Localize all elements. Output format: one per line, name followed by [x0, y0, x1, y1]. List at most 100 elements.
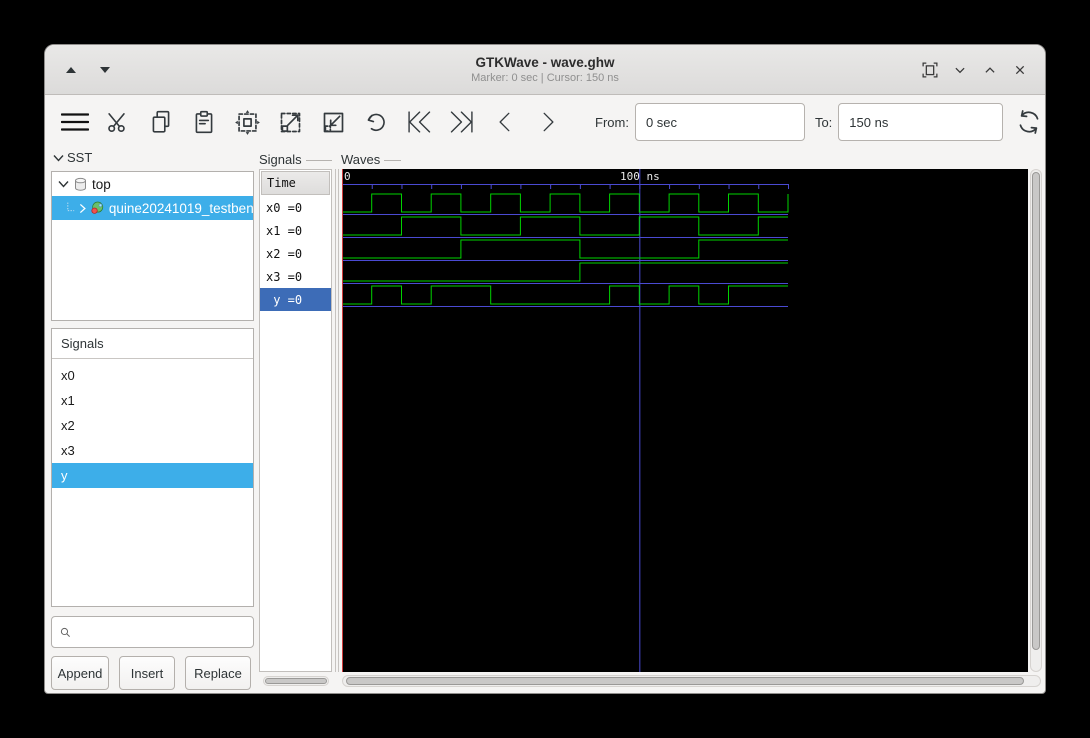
titlebar: GTKWave - wave.ghw Marker: 0 sec | Curso…	[45, 45, 1045, 95]
sst-expander[interactable]: SST	[53, 150, 92, 165]
clipboard-icon	[195, 110, 213, 134]
value-row-x2[interactable]: x2 =0	[260, 242, 331, 265]
waves-panel-title: Waves	[341, 152, 381, 167]
values-hscrollbar-thumb[interactable]	[265, 678, 327, 684]
copy-icon	[152, 110, 170, 133]
value-row-x1[interactable]: x1 =0	[260, 219, 331, 242]
chevron-right-icon	[543, 112, 554, 132]
go-to-end-button[interactable]	[448, 108, 476, 136]
reload-button[interactable]	[1015, 108, 1043, 136]
zoom-in-icon	[280, 112, 300, 132]
scissors-icon	[108, 113, 125, 133]
value-row-x0[interactable]: x0 =0	[260, 196, 331, 219]
triangle-up-icon	[66, 66, 76, 73]
module-icon	[91, 201, 104, 214]
waveform-canvas[interactable]: 0 100 ns	[342, 169, 1028, 672]
undo-icon	[367, 113, 385, 132]
signal-item-label: x2	[61, 418, 75, 433]
values-panel-legend: Signals	[259, 152, 332, 167]
minimize-button[interactable]	[949, 59, 971, 81]
gtkwave-window: GTKWave - wave.ghw Marker: 0 sec | Curso…	[44, 44, 1046, 694]
from-input[interactable]	[634, 103, 805, 141]
values-panel: Time x0 =0 x1 =0 x2 =0 x3 =0 y =0	[259, 169, 332, 672]
insert-button[interactable]: Insert	[119, 656, 175, 690]
signal-item-x0[interactable]: x0	[52, 363, 253, 388]
chevron-down-icon	[58, 181, 69, 188]
replace-button[interactable]: Replace	[185, 656, 251, 690]
append-button[interactable]: Append	[51, 656, 109, 690]
undo-button[interactable]	[362, 108, 390, 136]
signal-item-x2[interactable]: x2	[52, 413, 253, 438]
value-row-x3[interactable]: x3 =0	[260, 265, 331, 288]
zoom-fit-button[interactable]	[233, 108, 261, 136]
values-panel-title: Signals	[259, 152, 302, 167]
waves-panel-legend: Waves	[341, 152, 401, 167]
maximize-button[interactable]	[979, 59, 1001, 81]
copy-button[interactable]	[147, 108, 175, 136]
time-header[interactable]: Time	[261, 171, 330, 195]
fullscreen-button[interactable]	[919, 59, 941, 81]
cut-button[interactable]	[104, 108, 132, 136]
marker-cursor-status: Marker: 0 sec | Cursor: 150 ns	[471, 72, 619, 84]
zoom-out-button[interactable]	[319, 108, 347, 136]
hamburger-menu-icon	[61, 113, 89, 131]
skip-to-end-icon	[450, 111, 473, 133]
signals-list-panel: Signals x0 x1 x2 x3 y	[51, 328, 254, 607]
chevron-left-icon	[499, 112, 510, 132]
signal-item-label: x0	[61, 368, 75, 383]
signal-buttons: Append Insert Replace	[51, 656, 254, 690]
pane-splitter[interactable]	[335, 169, 339, 672]
tree-item-label: quine20241019_testbench	[108, 200, 254, 216]
chevron-right-icon	[79, 203, 86, 213]
shade-up-button[interactable]	[61, 60, 81, 80]
signals-list-header: Signals	[52, 329, 253, 359]
signal-item-y[interactable]: y	[52, 463, 253, 488]
window-title: GTKWave - wave.ghw	[475, 55, 615, 70]
tree-connector	[67, 202, 75, 212]
shade-down-button[interactable]	[95, 60, 115, 80]
skip-to-start-icon	[408, 111, 431, 133]
tree-item-label: top	[92, 176, 111, 192]
values-hscrollbar[interactable]	[263, 676, 329, 686]
close-button[interactable]	[1009, 59, 1031, 81]
sst-tree: top quine20241019_testbench	[51, 171, 254, 321]
zoom-fit-icon	[234, 109, 260, 135]
tree-item-testbench[interactable]: quine20241019_testbench	[52, 196, 253, 220]
menu-button[interactable]	[61, 108, 89, 136]
go-to-start-button[interactable]	[405, 108, 433, 136]
next-edge-button[interactable]	[534, 108, 562, 136]
to-input[interactable]	[838, 103, 1004, 141]
close-icon	[1015, 65, 1025, 74]
fullscreen-icon	[922, 61, 938, 78]
signal-search-box	[51, 616, 254, 648]
reload-icon	[1019, 110, 1039, 134]
chevron-up-icon	[985, 66, 995, 73]
signal-item-x1[interactable]: x1	[52, 388, 253, 413]
waves-vscrollbar-thumb[interactable]	[1032, 172, 1040, 650]
from-label: From:	[595, 114, 629, 130]
value-row-y[interactable]: y =0	[260, 288, 331, 311]
zoom-in-button[interactable]	[276, 108, 304, 136]
triangle-down-icon	[100, 66, 110, 73]
paste-button[interactable]	[190, 108, 218, 136]
chevron-down-icon	[955, 67, 965, 73]
svg-text:0: 0	[344, 170, 351, 183]
waves-hscrollbar-thumb[interactable]	[346, 677, 1024, 685]
signal-item-x3[interactable]: x3	[52, 438, 253, 463]
prev-edge-button[interactable]	[491, 108, 519, 136]
chevron-down-icon	[53, 154, 64, 162]
waves-vscrollbar[interactable]	[1030, 169, 1042, 672]
zoom-out-icon	[323, 112, 343, 132]
toolbar: From: To:	[45, 95, 1045, 149]
signal-item-label: y	[61, 468, 68, 483]
signal-item-label: x3	[61, 443, 75, 458]
search-icon	[60, 627, 70, 637]
main-content: SST top quine20241019_testbench Signals …	[45, 149, 1045, 693]
tree-item-top[interactable]: top	[52, 172, 253, 196]
database-icon	[75, 177, 86, 191]
svg-text:100 ns: 100 ns	[620, 170, 660, 183]
search-input[interactable]	[77, 617, 253, 647]
signal-item-label: x1	[61, 393, 75, 408]
to-label: To:	[814, 114, 833, 130]
waves-hscrollbar[interactable]	[342, 675, 1041, 687]
